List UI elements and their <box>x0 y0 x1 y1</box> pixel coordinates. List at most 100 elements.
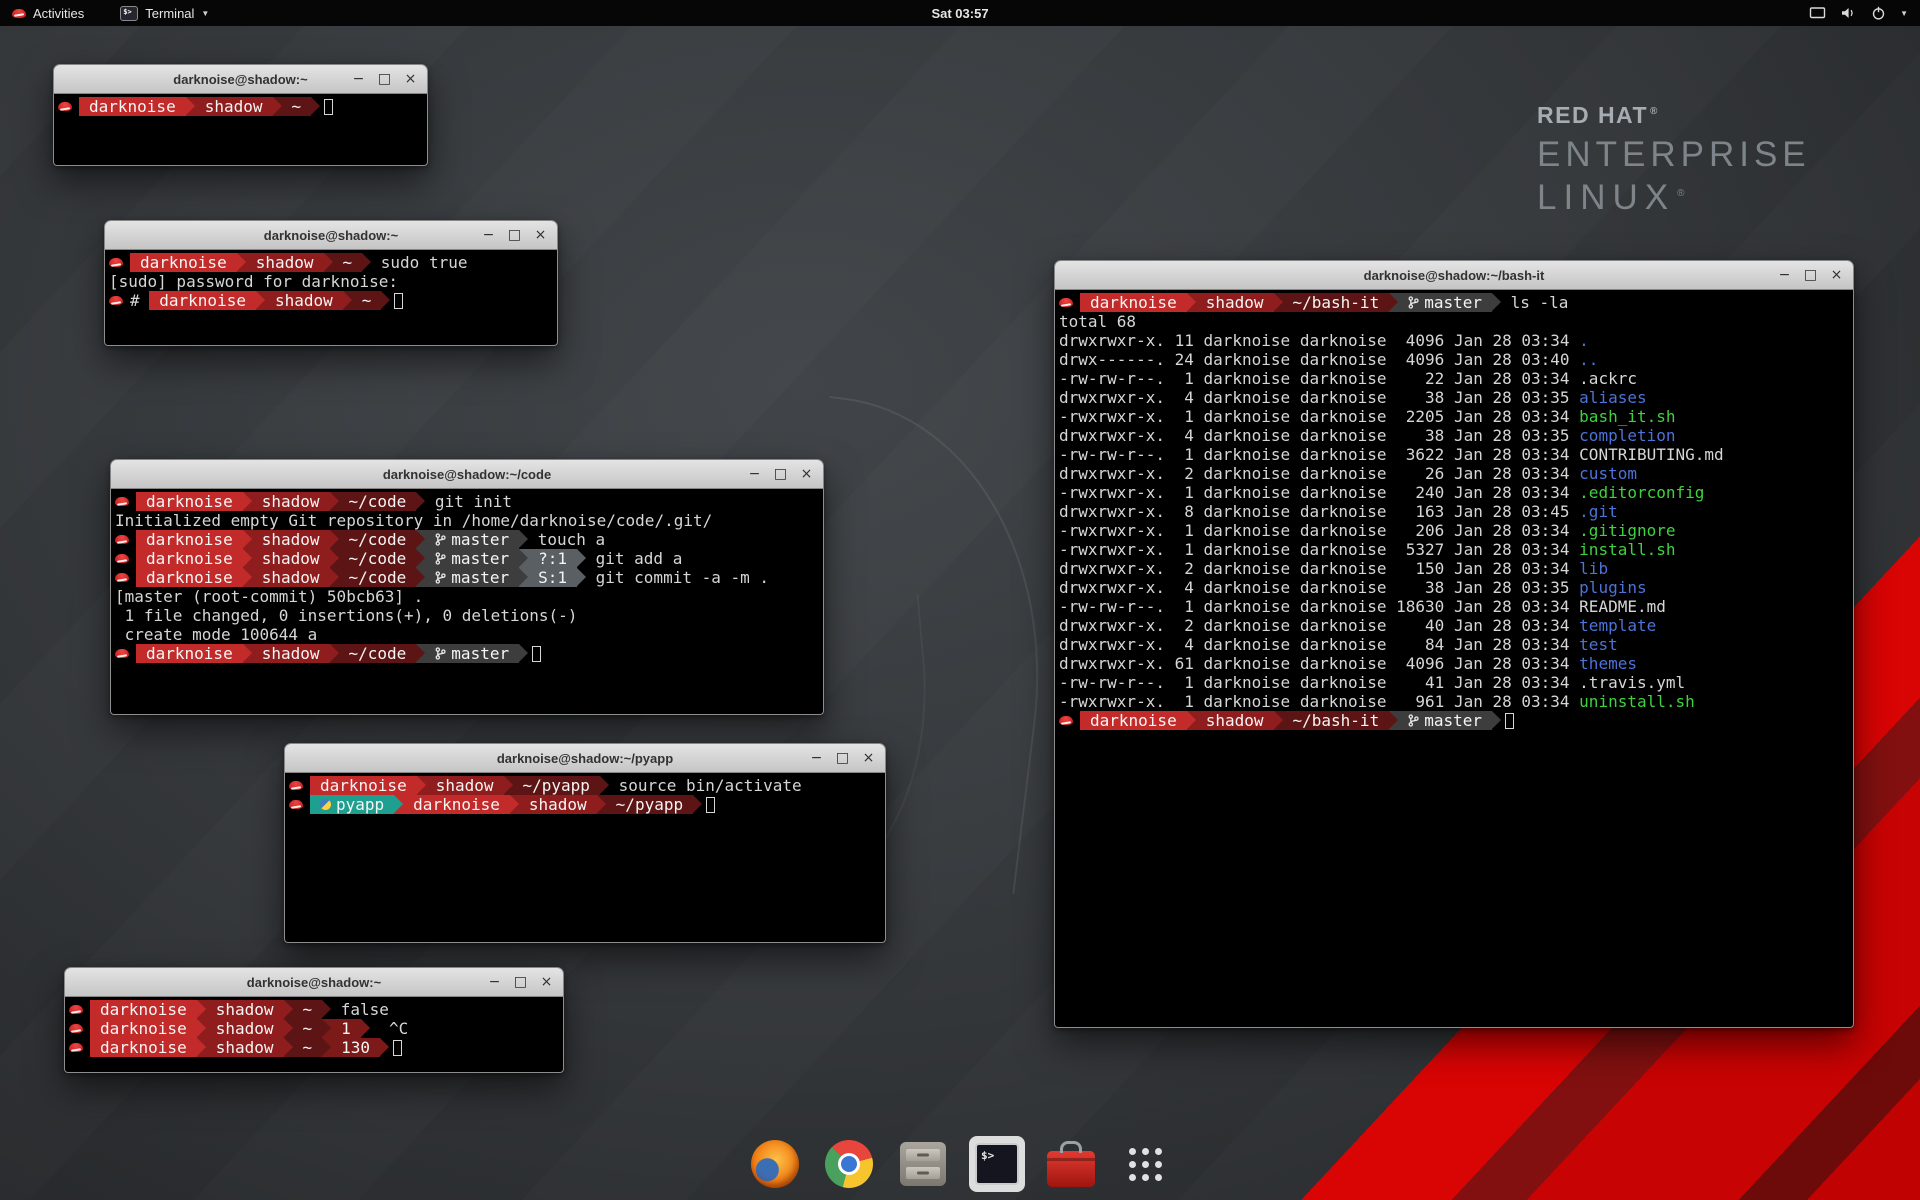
maximize-button[interactable]: □ <box>509 971 532 994</box>
app-menu-terminal[interactable]: $> Terminal ▼ <box>110 0 219 26</box>
dock-chrome[interactable] <box>821 1136 877 1192</box>
volume-icon[interactable] <box>1840 6 1857 20</box>
prompt-segment-path: ~ <box>293 1019 323 1038</box>
window-titlebar[interactable]: darknoise@shadow:~/code − □ × <box>110 459 824 489</box>
close-button[interactable]: × <box>857 747 880 770</box>
minimize-button[interactable]: − <box>483 971 506 994</box>
prompt-separator <box>243 530 252 549</box>
prompt-separator <box>197 1000 206 1019</box>
prompt-segment-user: darknoise <box>90 1000 197 1019</box>
prompt-segment-path: ~/code <box>339 549 417 568</box>
minimize-button[interactable]: − <box>477 224 500 247</box>
terminal-text: -rwxrwxr-x. 1 darknoise darknoise 240 Ja… <box>1059 483 1579 502</box>
activities-button[interactable]: Activities <box>0 0 96 26</box>
prompt-separator <box>197 1038 206 1057</box>
terminal-content[interactable]: darknoiseshadow~/pyapp source bin/activa… <box>284 773 886 943</box>
terminal-content[interactable]: darknoiseshadow~ <box>53 94 428 166</box>
maximize-button[interactable]: □ <box>373 68 396 91</box>
minimize-button[interactable]: − <box>805 747 828 770</box>
prompt-segment-git: master <box>1398 711 1492 730</box>
minimize-button[interactable]: − <box>1773 264 1796 287</box>
terminal-text: .travis.yml <box>1579 673 1685 692</box>
terminal-text: drwxrwxr-x. 4 darknoise darknoise 38 Jan… <box>1059 388 1579 407</box>
prompt-separator <box>416 568 425 587</box>
terminal-content[interactable]: darknoiseshadow~ sudo true[sudo] passwor… <box>104 250 558 346</box>
registered-mark: ® <box>1677 188 1691 199</box>
maximize-button[interactable]: □ <box>831 747 854 770</box>
git-branch-icon <box>435 533 446 546</box>
minimize-button[interactable]: − <box>743 463 766 486</box>
minimize-button[interactable]: − <box>347 68 370 91</box>
prompt-separator <box>597 795 606 814</box>
prompt-segment-host: shadow <box>252 530 330 549</box>
dock-terminal[interactable]: $> <box>969 1136 1025 1192</box>
terminal-text: total 68 <box>1059 312 1136 331</box>
terminal-text: sudo true <box>371 253 467 272</box>
prompt-separator <box>311 97 320 116</box>
system-status-area[interactable]: ▼ <box>1809 0 1920 26</box>
terminal-text: # <box>130 291 149 310</box>
display-icon[interactable] <box>1809 6 1826 20</box>
prompt-separator <box>1187 293 1196 312</box>
close-button[interactable]: × <box>535 971 558 994</box>
prompt-segment-host: shadow <box>252 644 330 663</box>
terminal-content[interactable]: darknoiseshadow~/bash-itmaster ls -latot… <box>1054 290 1854 1028</box>
rhel-logo-enterprise: ENTERPRISE <box>1537 135 1811 175</box>
close-button[interactable]: × <box>795 463 818 486</box>
terminal-text: plugins <box>1579 578 1646 597</box>
terminal-text: -rwxrwxr-x. 1 darknoise darknoise 206 Ja… <box>1059 521 1579 540</box>
prompt-separator <box>510 795 519 814</box>
prompt-separator <box>330 530 339 549</box>
close-button[interactable]: × <box>399 68 422 91</box>
close-button[interactable]: × <box>529 224 552 247</box>
prompt-segment-path: ~ <box>282 97 312 116</box>
terminal-content[interactable]: darknoiseshadow~/code git initInitialize… <box>110 489 824 715</box>
terminal-line: darknoiseshadow~ false <box>69 1000 559 1019</box>
prompt-separator <box>416 492 425 511</box>
prompt-segment-git: master <box>425 644 519 663</box>
window-titlebar[interactable]: darknoise@shadow:~/bash-it − □ × <box>1054 260 1854 290</box>
software-toolbox-icon <box>1047 1151 1095 1187</box>
maximize-button[interactable]: □ <box>1799 264 1822 287</box>
dock-software[interactable] <box>1043 1136 1099 1192</box>
terminal-text: aliases <box>1579 388 1646 407</box>
prompt-separator <box>322 1000 331 1019</box>
prompt-separator <box>1274 711 1283 730</box>
prompt-separator <box>577 568 586 587</box>
dock-show-applications[interactable] <box>1117 1136 1173 1192</box>
prompt-segment-git: master <box>425 530 519 549</box>
terminal-line: 1 file changed, 0 insertions(+), 0 delet… <box>115 606 819 625</box>
terminal-text: template <box>1579 616 1656 635</box>
power-icon[interactable] <box>1871 6 1886 20</box>
terminal-text: drwx------. 24 darknoise darknoise 4096 … <box>1059 350 1579 369</box>
prompt-separator <box>504 776 513 795</box>
terminal-line: drwxrwxr-x. 4 darknoise darknoise 38 Jan… <box>1059 388 1849 407</box>
terminal-text: -rw-rw-r--. 1 darknoise darknoise 22 Jan… <box>1059 369 1579 388</box>
window-titlebar[interactable]: darknoise@shadow:~ − □ × <box>64 967 564 997</box>
terminal-cursor <box>324 99 333 115</box>
terminal-line: [sudo] password for darknoise: <box>109 272 553 291</box>
terminal-text: .editorconfig <box>1579 483 1704 502</box>
maximize-button[interactable]: □ <box>769 463 792 486</box>
terminal-content[interactable]: darknoiseshadow~ falsedarknoiseshadow~1 … <box>64 997 564 1073</box>
terminal-text: drwxrwxr-x. 61 darknoise darknoise 4096 … <box>1059 654 1579 673</box>
prompt-segment-host: shadow <box>252 568 330 587</box>
window-titlebar[interactable]: darknoise@shadow:~ − □ × <box>104 220 558 250</box>
prompt-separator <box>519 644 528 663</box>
terminal-text: install.sh <box>1579 540 1675 559</box>
terminal-text: drwxrwxr-x. 2 darknoise darknoise 26 Jan… <box>1059 464 1579 483</box>
dock-files[interactable] <box>895 1136 951 1192</box>
prompt-separator <box>186 97 195 116</box>
maximize-button[interactable]: □ <box>503 224 526 247</box>
prompt-segment-git: master <box>425 568 519 587</box>
terminal-text: test <box>1579 635 1618 654</box>
terminal-text: [master (root-commit) 50bcb63] . <box>115 587 423 606</box>
dock-firefox[interactable] <box>747 1136 803 1192</box>
close-button[interactable]: × <box>1825 264 1848 287</box>
window-titlebar[interactable]: darknoise@shadow:~/pyapp − □ × <box>284 743 886 773</box>
terminal-window-home-1: darknoise@shadow:~ − □ × darknoiseshadow… <box>53 64 428 166</box>
terminal-app-icon: $> <box>120 6 138 21</box>
chevron-down-icon: ▼ <box>1900 9 1908 18</box>
window-titlebar[interactable]: darknoise@shadow:~ − □ × <box>53 64 428 94</box>
clock[interactable]: Sat 03:57 <box>931 6 988 21</box>
